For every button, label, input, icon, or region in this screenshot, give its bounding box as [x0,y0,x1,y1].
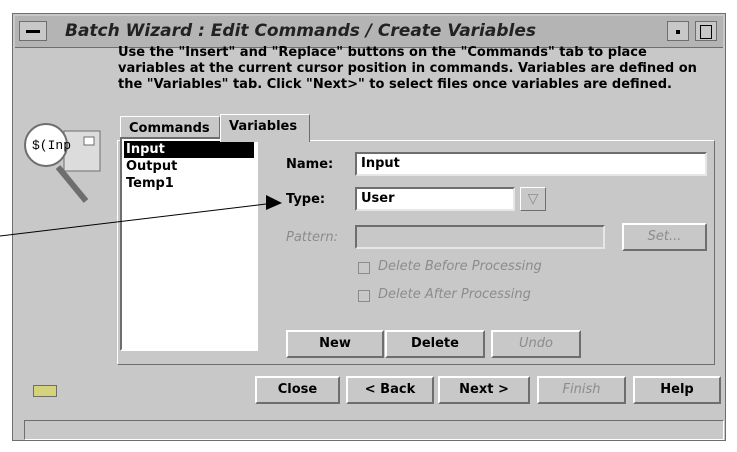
annotation-arrow [0,195,282,237]
tab-variables[interactable]: Variables [220,114,310,142]
